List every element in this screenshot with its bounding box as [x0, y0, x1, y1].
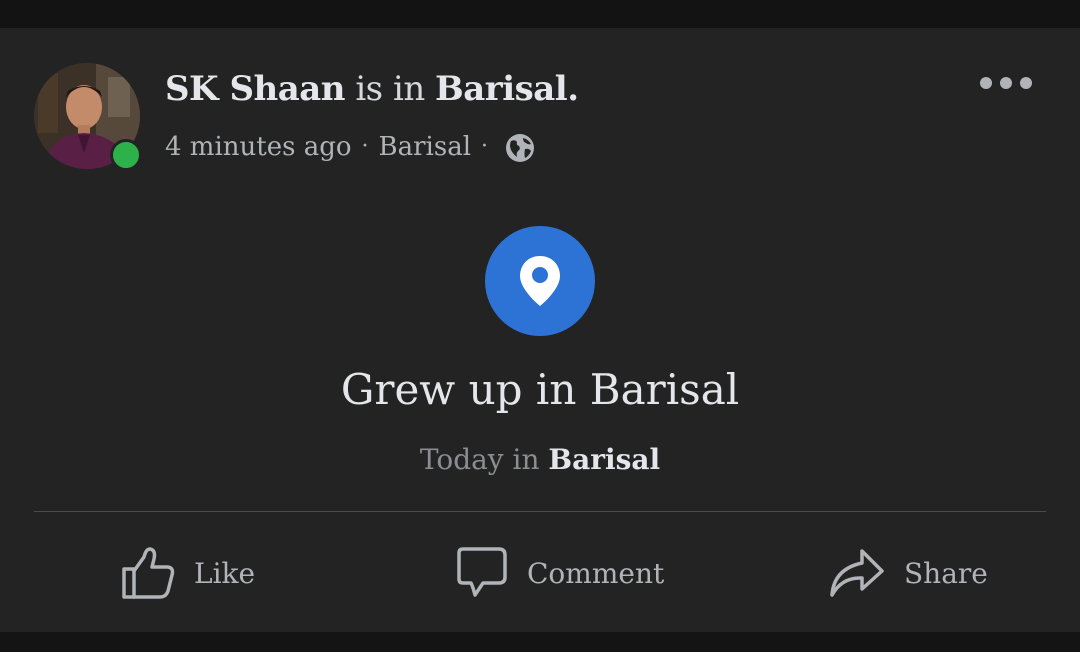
- post-meta: 4 minutes ago · Barisal ·: [165, 127, 536, 167]
- post-location[interactable]: Barisal: [379, 127, 472, 167]
- post-verb: is in: [355, 69, 425, 109]
- meta-separator: ·: [481, 134, 489, 159]
- dot: [1000, 77, 1012, 89]
- life-event-badge: [485, 226, 595, 336]
- dot: [1020, 77, 1032, 89]
- online-status-indicator: [110, 139, 142, 171]
- thumbs-up-icon: [122, 547, 175, 599]
- status-bar-area: [0, 0, 1080, 28]
- more-options-button[interactable]: [980, 68, 1032, 98]
- actions-divider: [34, 511, 1046, 512]
- like-label: Like: [194, 556, 256, 590]
- post-card: SK Shaan is in Barisal. 4 minutes ago · …: [0, 28, 1080, 632]
- share-arrow-icon: [830, 549, 884, 597]
- post-time[interactable]: 4 minutes ago: [165, 127, 352, 167]
- subtitle-place[interactable]: Barisal: [548, 443, 660, 476]
- comment-label: Comment: [527, 556, 665, 590]
- share-label: Share: [904, 556, 988, 590]
- comment-bubble-icon: [457, 547, 507, 597]
- comment-button[interactable]: Comment: [453, 538, 664, 608]
- globe-icon[interactable]: [504, 132, 536, 164]
- subtitle-prefix: Today in: [419, 443, 540, 476]
- life-event-title: Grew up in Barisal: [340, 365, 740, 414]
- post-header: SK Shaan is in Barisal.: [165, 66, 579, 112]
- bottom-edge: [0, 632, 1080, 652]
- dot: [980, 77, 992, 89]
- location-pin-icon: [520, 256, 560, 306]
- author-avatar[interactable]: [34, 63, 142, 171]
- like-button[interactable]: Like: [120, 538, 255, 608]
- share-button[interactable]: Share: [828, 538, 988, 608]
- checkin-place[interactable]: Barisal.: [435, 69, 579, 109]
- meta-separator: ·: [361, 134, 369, 159]
- life-event-subtitle: Today in Barisal: [0, 438, 1080, 482]
- author-name[interactable]: SK Shaan: [165, 69, 346, 109]
